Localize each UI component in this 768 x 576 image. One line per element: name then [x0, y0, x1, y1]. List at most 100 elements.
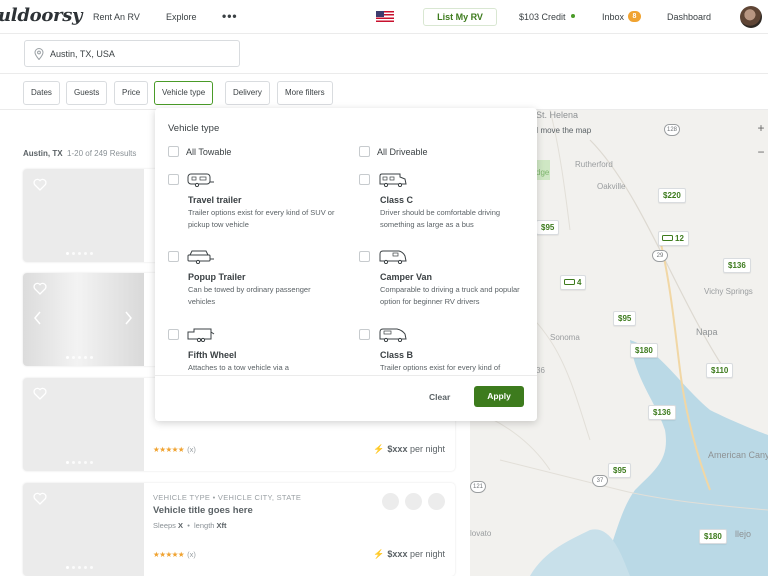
- avatar[interactable]: [740, 6, 762, 28]
- favorite-heart-icon[interactable]: [33, 282, 47, 295]
- nav-explore[interactable]: Explore: [166, 12, 197, 22]
- instant-book-icon: ⚡: [373, 549, 385, 559]
- results-summary: Austin, TX 1-20 of 249 Results: [23, 149, 136, 158]
- map-price-pin[interactable]: $95: [608, 463, 632, 478]
- class-c-name[interactable]: Class C: [380, 195, 413, 205]
- map-zoom-out-button[interactable]: −: [754, 144, 768, 160]
- filter-bar: Dates Guests Price Vehicle type Delivery…: [0, 74, 768, 110]
- class-b-name[interactable]: Class B: [380, 350, 413, 360]
- dashboard-link[interactable]: Dashboard: [667, 12, 711, 22]
- travel-trailer-icon: [187, 173, 214, 187]
- map-label-vallejo: llejo: [735, 529, 752, 539]
- map-price-pin[interactable]: $180: [699, 529, 727, 544]
- listing-image[interactable]: [23, 273, 144, 366]
- image-carousel-dots: [66, 252, 93, 255]
- map-label-st-helena: St. Helena: [536, 110, 579, 120]
- fifth-wheel-name[interactable]: Fifth Wheel: [188, 350, 237, 360]
- length-label: length: [194, 521, 215, 530]
- filter-price-button[interactable]: Price: [114, 81, 149, 105]
- filter-more-filters-button[interactable]: More filters: [277, 81, 333, 105]
- price-value: $xxx: [387, 549, 408, 559]
- filter-guests-button[interactable]: Guests: [66, 81, 108, 105]
- nav-rent-an-rv[interactable]: Rent An RV: [93, 12, 140, 22]
- all-towable-label[interactable]: All Towable: [186, 147, 231, 157]
- popup-trailer-desc: Can be towed by ordinary passenger vehic…: [188, 285, 311, 306]
- map-price-pin[interactable]: $95: [536, 220, 560, 235]
- popup-trailer-icon: [187, 250, 214, 264]
- logo[interactable]: uldoorsy: [0, 5, 83, 26]
- map-label-american-canyon: American Canyon: [708, 450, 768, 460]
- inbox-link[interactable]: Inbox: [602, 12, 624, 22]
- clear-button[interactable]: Clear: [429, 392, 450, 402]
- map-price-pin[interactable]: $136: [723, 258, 751, 273]
- popup-trailer-checkbox[interactable]: [168, 251, 179, 262]
- travel-trailer-checkbox[interactable]: [168, 174, 179, 185]
- route-shield: 121: [470, 481, 486, 493]
- listing-title[interactable]: Vehicle title goes here: [153, 505, 253, 516]
- map-price-pin[interactable]: $95: [613, 311, 637, 326]
- previous-image-icon[interactable]: [33, 311, 43, 325]
- all-driveable-label[interactable]: All Driveable: [377, 147, 428, 157]
- location-pin-icon: [34, 48, 44, 60]
- filter-delivery-button[interactable]: Delivery: [225, 81, 270, 105]
- favorite-heart-icon[interactable]: [33, 178, 47, 191]
- image-carousel-dots: [66, 566, 93, 569]
- image-carousel-dots: [66, 461, 93, 464]
- map-cluster-pin[interactable]: 12: [658, 231, 689, 246]
- favorite-heart-icon[interactable]: [33, 492, 47, 505]
- vehicle-type-options[interactable]: All Towable All Driveable Travel trailer…: [155, 142, 537, 375]
- more-menu-icon[interactable]: •••: [222, 9, 238, 23]
- favorite-heart-icon[interactable]: [33, 387, 47, 400]
- cluster-count: 12: [675, 234, 684, 243]
- map-label-rutherford: Rutherford: [575, 160, 613, 169]
- route-shield: 128: [664, 124, 680, 136]
- map-move-hint[interactable]: I move the map: [536, 126, 591, 135]
- listing-image[interactable]: [23, 169, 144, 262]
- search-bar-row: Austin, TX, USA: [0, 35, 768, 74]
- listing-price: ⚡ $xxx per night: [373, 549, 445, 560]
- sleeps-label: Sleeps: [153, 521, 176, 530]
- map-label-sonoma: Sonoma: [550, 333, 580, 342]
- travel-trailer-name[interactable]: Travel trailer: [188, 195, 242, 205]
- rv-cluster-icon: [662, 235, 673, 241]
- class-b-checkbox[interactable]: [359, 329, 370, 340]
- us-flag-icon[interactable]: [376, 11, 394, 22]
- next-image-icon[interactable]: [123, 311, 133, 325]
- listing-card[interactable]: VEHICLE TYPE • VEHICLE CITY, STATE Vehic…: [23, 483, 455, 576]
- vehicle-type-title: Vehicle type: [168, 123, 220, 134]
- listing-image[interactable]: [23, 378, 144, 471]
- popup-trailer-name[interactable]: Popup Trailer: [188, 272, 246, 282]
- map-label-novato: lovato: [470, 529, 492, 538]
- location-search-input[interactable]: Austin, TX, USA: [24, 40, 240, 67]
- travel-trailer-desc: Trailer options exist for every kind of …: [188, 208, 335, 229]
- map-price-pin[interactable]: $136: [648, 405, 676, 420]
- map-price-pin[interactable]: $220: [658, 188, 686, 203]
- price-value: $xxx: [387, 444, 408, 454]
- map-price-pin[interactable]: $110: [706, 363, 734, 378]
- sleeps-value: X: [178, 521, 184, 530]
- camper-van-name[interactable]: Camper Van: [380, 272, 432, 282]
- fifth-wheel-desc: Attaches to a tow vehicle via a: [188, 363, 289, 372]
- class-c-checkbox[interactable]: [359, 174, 370, 185]
- map-label-dge: dge: [536, 168, 550, 177]
- all-towable-checkbox[interactable]: [168, 146, 179, 157]
- image-carousel-dots: [66, 356, 93, 359]
- instant-book-icon: ⚡: [373, 444, 385, 454]
- filter-dates-button[interactable]: Dates: [23, 81, 60, 105]
- camper-van-checkbox[interactable]: [359, 251, 370, 262]
- filter-vehicle-type-button[interactable]: Vehicle type: [154, 81, 214, 105]
- credit-link[interactable]: $103 Credit: [519, 12, 566, 22]
- list-my-rv-button[interactable]: List My RV: [423, 8, 497, 26]
- map-cluster-pin[interactable]: 4: [560, 275, 587, 290]
- map-label-oakville: Oakville: [597, 182, 626, 191]
- fifth-wheel-checkbox[interactable]: [168, 329, 179, 340]
- class-c-icon: [379, 173, 407, 187]
- map-zoom-in-button[interactable]: +: [754, 120, 768, 136]
- listing-specs: Sleeps X • length Xft: [153, 521, 227, 530]
- map-price-pin[interactable]: $180: [630, 343, 658, 358]
- listing-image[interactable]: [23, 483, 144, 576]
- class-b-desc: Trailer options exist for every kind of: [380, 363, 501, 372]
- rating-stars: ★★★★★ (x): [153, 550, 196, 559]
- all-driveable-checkbox[interactable]: [359, 146, 370, 157]
- apply-button[interactable]: Apply: [474, 386, 524, 407]
